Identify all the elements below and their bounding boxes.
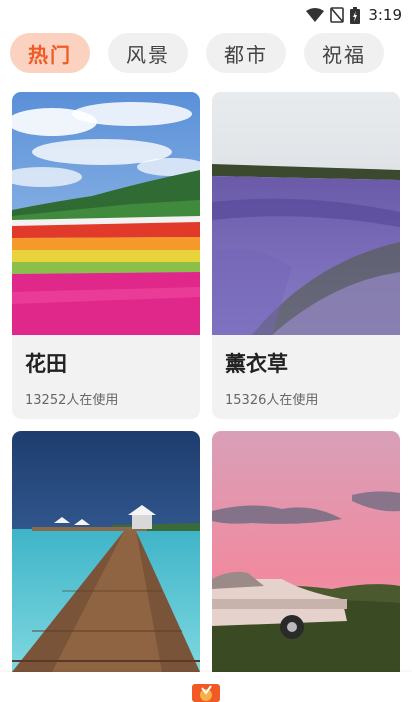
card-usage-count: 15326人在使用 xyxy=(225,393,319,408)
template-grid: 花田 13252人在使用 薰衣草 15326人在使用 xyxy=(0,0,412,702)
card-usage-count: 13252人在使用 xyxy=(25,393,119,408)
card-title: 薰衣草 xyxy=(225,352,288,376)
template-card[interactable] xyxy=(12,431,200,672)
bottom-bar xyxy=(0,672,412,702)
seaside-pier-image xyxy=(12,431,200,672)
app-logo-icon[interactable] xyxy=(192,684,220,702)
card-title: 花田 xyxy=(25,352,67,376)
template-card[interactable] xyxy=(212,431,400,672)
template-card[interactable]: 薰衣草 15326人在使用 xyxy=(212,92,400,419)
lavender-field-image xyxy=(212,92,400,335)
flower-field-image xyxy=(12,92,200,335)
template-card[interactable]: 花田 13252人在使用 xyxy=(12,92,200,419)
pink-sky-car-image xyxy=(212,431,400,672)
